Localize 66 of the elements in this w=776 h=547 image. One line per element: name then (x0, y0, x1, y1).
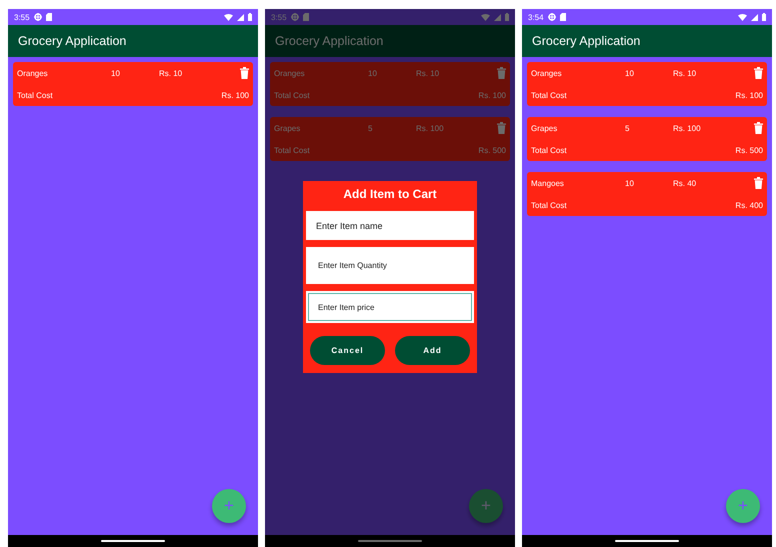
item-price: Rs. 100 (673, 124, 702, 132)
gear-icon (34, 13, 42, 21)
battery-icon (762, 13, 766, 21)
status-time: 3:54 (528, 12, 544, 22)
item-name: Oranges (17, 68, 49, 78)
total-cost: Rs. 100 (735, 90, 763, 100)
item-quantity: 10 (368, 68, 378, 78)
item-name: Oranges (274, 68, 306, 78)
total-cost: Rs. 100 (478, 90, 506, 100)
app-title: Grocery Application (18, 34, 126, 48)
gear-icon (548, 13, 556, 21)
item-price: Rs. 100 (416, 124, 445, 132)
item-name: Mangoes (531, 178, 565, 188)
item-price: Rs. 40 (673, 178, 698, 188)
wifi-icon (738, 14, 747, 20)
app-title: Grocery Application (532, 34, 640, 48)
input-field[interactable]: Enter Item name (306, 211, 474, 240)
total-cost: Rs. 500 (478, 146, 506, 154)
total-label: Total Cost (531, 200, 567, 210)
input-field[interactable]: Enter Item price (306, 291, 474, 323)
battery-icon (248, 13, 252, 21)
dialog-title: Add Item to Cart (342, 187, 438, 201)
status-time: 3:55 (14, 12, 30, 22)
trash-icon[interactable] (240, 67, 249, 79)
total-cost: Rs. 500 (735, 146, 763, 154)
signal-icon (237, 14, 244, 20)
item-name: Grapes (531, 124, 558, 132)
wifi-icon (224, 14, 233, 20)
trash-icon[interactable] (754, 122, 763, 134)
battery-icon (505, 13, 509, 21)
trash-icon[interactable] (497, 67, 506, 79)
trash-icon[interactable] (754, 67, 763, 79)
trash-icon[interactable] (754, 177, 763, 189)
item-price: Rs. 10 (416, 68, 440, 78)
sd-card-icon (302, 13, 309, 21)
sd-card-icon (560, 13, 566, 21)
home-handle[interactable] (615, 540, 679, 542)
trash-icon[interactable] (497, 122, 506, 134)
home-handle[interactable] (358, 540, 422, 542)
item-quantity: 10 (111, 68, 121, 78)
signal-icon (751, 14, 758, 20)
total-label: Total Cost (274, 90, 310, 100)
gear-icon (290, 13, 299, 21)
input-field[interactable]: Enter Item Quantity (306, 247, 474, 284)
item-price: Rs. 10 (673, 68, 698, 78)
signal-icon (494, 14, 501, 20)
item-name: Grapes (274, 124, 302, 132)
total-cost: Rs. 100 (221, 90, 249, 100)
item-quantity: 10 (625, 68, 635, 78)
app-title: Grocery Application (275, 34, 384, 48)
item-price: Rs. 10 (159, 68, 184, 78)
home-handle[interactable] (101, 540, 165, 542)
total-cost: Rs. 400 (735, 200, 763, 210)
item-name: Oranges (531, 68, 563, 78)
total-label: Total Cost (17, 90, 53, 100)
sd-card-icon (46, 13, 52, 21)
status-time: 3:55 (271, 12, 287, 22)
item-quantity: 10 (625, 178, 635, 188)
total-label: Total Cost (531, 146, 567, 154)
add-button[interactable]: Add (395, 336, 470, 365)
cancel-button[interactable]: Cancel (310, 336, 385, 365)
item-quantity: 5 (625, 124, 630, 132)
total-label: Total Cost (274, 146, 310, 154)
total-label: Total Cost (531, 90, 567, 100)
item-quantity: 5 (368, 124, 374, 132)
wifi-icon (481, 14, 490, 20)
